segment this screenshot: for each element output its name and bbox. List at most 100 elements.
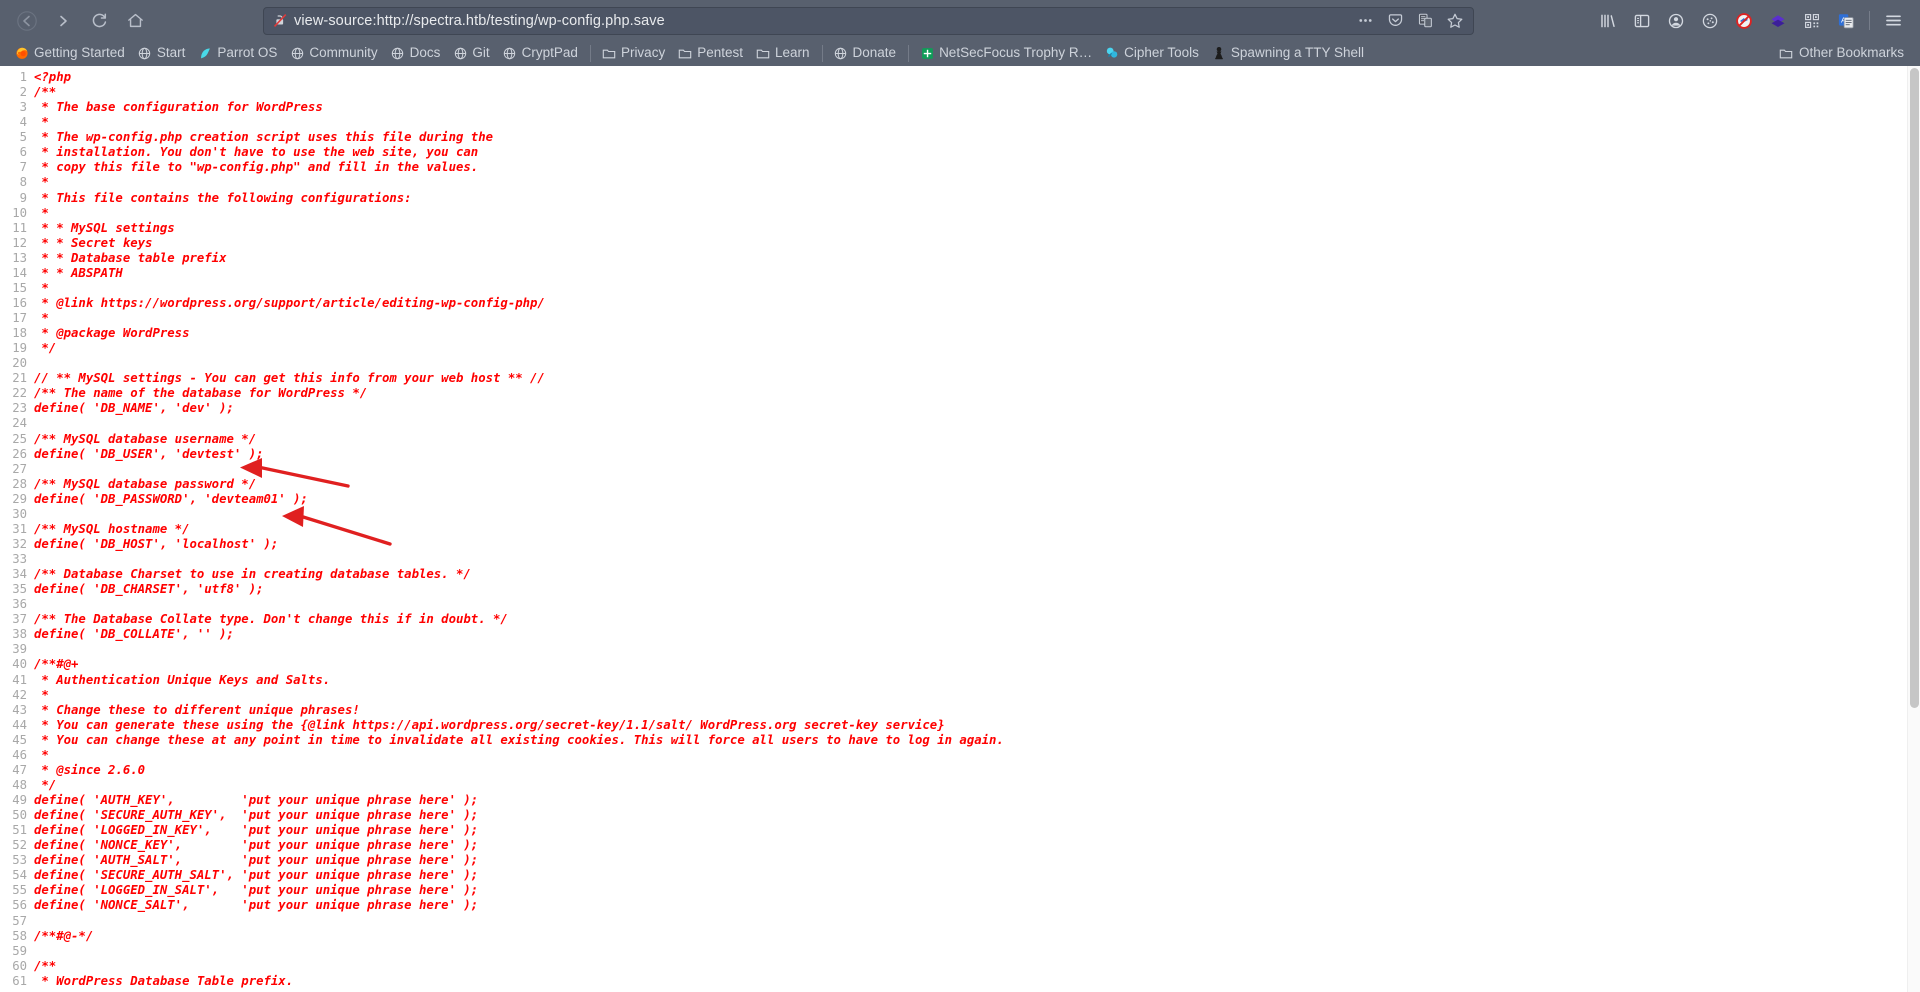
bookmarks-divider bbox=[908, 45, 910, 62]
bookmark-start[interactable]: Start bbox=[132, 44, 193, 63]
bookmark-docs[interactable]: Docs bbox=[385, 44, 448, 63]
bookmark-spawning-a-tty-shell[interactable]: Spawning a TTY Shell bbox=[1206, 44, 1371, 63]
line-content: define( 'DB_HOST', 'localhost' ); bbox=[34, 536, 279, 551]
line-content: define( 'DB_COLLATE', '' ); bbox=[34, 627, 234, 642]
source-line: 19 */ bbox=[0, 341, 1920, 356]
line-content: */ bbox=[34, 341, 57, 356]
sidebar-icon[interactable] bbox=[1625, 6, 1658, 36]
bookmark-community[interactable]: Community bbox=[284, 44, 384, 63]
menu-icon[interactable] bbox=[1877, 6, 1910, 36]
source-line: 44 * You can generate these using the {@… bbox=[0, 718, 1920, 733]
bookmark-folder-privacy[interactable]: Privacy bbox=[596, 44, 672, 63]
line-number: 59 bbox=[12, 943, 27, 958]
source-line: 6 * installation. You don't have to use … bbox=[0, 145, 1920, 160]
scrollbar-thumb[interactable] bbox=[1910, 68, 1919, 708]
pocket-icon[interactable] bbox=[1383, 10, 1407, 32]
line-number: 7 bbox=[19, 160, 27, 175]
bookmark-netsecfocus-trophy-room[interactable]: NetSecFocus Trophy R… bbox=[914, 44, 1099, 63]
bookmark-cipher-tools[interactable]: Cipher Tools bbox=[1099, 44, 1206, 63]
line-number: 13 bbox=[12, 250, 27, 265]
line-content: * bbox=[34, 175, 49, 190]
account-icon[interactable] bbox=[1659, 6, 1692, 36]
reader-view-icon[interactable] bbox=[1413, 10, 1437, 32]
line-content: * bbox=[34, 205, 49, 220]
line-content bbox=[34, 597, 1920, 612]
source-line: 50 define( 'SECURE_AUTH_KEY', 'put your u… bbox=[0, 808, 1920, 823]
bookmark-donate[interactable]: Donate bbox=[828, 44, 904, 63]
source-line: 1 <?php bbox=[0, 70, 1920, 85]
noscript-icon[interactable] bbox=[1727, 6, 1760, 36]
line-number: 48 bbox=[12, 777, 27, 792]
library-icon[interactable] bbox=[1591, 6, 1624, 36]
back-button[interactable] bbox=[10, 6, 44, 36]
qr-code-icon[interactable] bbox=[1795, 6, 1828, 36]
source-line: 26 define( 'DB_USER', 'devtest' ); bbox=[0, 447, 1920, 462]
source-line: 20 bbox=[0, 356, 1920, 371]
line-content bbox=[34, 642, 1920, 657]
line-content bbox=[34, 416, 1920, 431]
line-content: /** The name of the database for WordPre… bbox=[34, 386, 368, 401]
source-line: 34 /** Database Charset to use in creatin… bbox=[0, 567, 1920, 582]
line-number: 35 bbox=[12, 582, 27, 597]
source-line: 29 define( 'DB_PASSWORD', 'devteam01' ); bbox=[0, 492, 1920, 507]
line-number: 34 bbox=[12, 567, 27, 582]
source-line: 48 */ bbox=[0, 778, 1920, 793]
line-number: 1 bbox=[19, 70, 27, 84]
bookmark-label: Git bbox=[472, 45, 490, 61]
urlbar-container: view-source:http://spectra.htb/testing/w… bbox=[154, 6, 1583, 35]
line-content: * copy this file to "wp-config.php" and … bbox=[34, 160, 479, 175]
url-text[interactable]: view-source:http://spectra.htb/testing/w… bbox=[294, 13, 1347, 29]
source-line: 33 bbox=[0, 552, 1920, 567]
line-number: 24 bbox=[12, 416, 27, 431]
source-line: 45 * You can change these at any point i… bbox=[0, 733, 1920, 748]
bookmark-folder-pentest[interactable]: Pentest bbox=[672, 44, 750, 63]
line-content: * Change these to different unique phras… bbox=[34, 702, 360, 717]
line-content: define( 'NONCE_KEY', 'put your unique ph… bbox=[34, 838, 479, 853]
reload-button[interactable] bbox=[82, 6, 116, 36]
line-number: 29 bbox=[12, 491, 27, 506]
line-number: 31 bbox=[12, 521, 27, 536]
source-line: 49 define( 'AUTH_KEY', 'put your unique p… bbox=[0, 793, 1920, 808]
line-content: */ bbox=[34, 777, 57, 792]
line-content: * * Database table prefix bbox=[34, 250, 227, 265]
translate-icon[interactable]: A bbox=[1829, 6, 1862, 36]
source-line: 37 /** The Database Collate type. Don't c… bbox=[0, 612, 1920, 627]
other-bookmarks-button[interactable]: Other Bookmarks bbox=[1773, 44, 1910, 63]
line-number: 26 bbox=[12, 446, 27, 461]
line-content: define( 'AUTH_SALT', 'put your unique ph… bbox=[34, 853, 479, 868]
bookmark-cryptpad[interactable]: CryptPad bbox=[497, 44, 585, 63]
page-scrollbar[interactable] bbox=[1907, 66, 1920, 992]
source-line: 39 bbox=[0, 642, 1920, 657]
source-line: 61 * WordPress Database Table prefix. bbox=[0, 974, 1920, 989]
source-line: 58 /**#@-*/ bbox=[0, 929, 1920, 944]
home-button[interactable] bbox=[118, 6, 152, 36]
bookmark-label: Docs bbox=[409, 45, 441, 61]
cookie-icon[interactable] bbox=[1693, 6, 1726, 36]
line-number: 15 bbox=[12, 280, 27, 295]
source-line: 17 * bbox=[0, 311, 1920, 326]
line-content: /** MySQL database username */ bbox=[34, 431, 257, 446]
bookmark-parrot-os[interactable]: Parrot OS bbox=[192, 44, 284, 63]
page-actions-icon[interactable] bbox=[1353, 10, 1377, 32]
bookmark-git[interactable]: Git bbox=[447, 44, 496, 63]
line-number: 45 bbox=[12, 732, 27, 747]
source-line: 7 * copy this file to "wp-config.php" an… bbox=[0, 160, 1920, 175]
line-content bbox=[34, 462, 1920, 477]
line-number: 5 bbox=[19, 130, 27, 145]
bookmark-folder-learn[interactable]: Learn bbox=[750, 44, 817, 63]
line-content: /** bbox=[34, 85, 57, 100]
source-line: 42 * bbox=[0, 688, 1920, 703]
line-content: * WordPress Database Table prefix. bbox=[34, 973, 294, 988]
line-number: 10 bbox=[12, 205, 27, 220]
line-number: 60 bbox=[12, 958, 27, 973]
forward-button[interactable] bbox=[46, 6, 80, 36]
line-number: 32 bbox=[12, 536, 27, 551]
bookmark-star-icon[interactable] bbox=[1443, 10, 1467, 32]
url-bar[interactable]: view-source:http://spectra.htb/testing/w… bbox=[263, 6, 1474, 35]
bookmark-label: Donate bbox=[852, 45, 897, 61]
layers-icon[interactable] bbox=[1761, 6, 1794, 36]
line-number: 61 bbox=[12, 973, 27, 988]
line-number: 2 bbox=[19, 85, 27, 100]
bookmark-getting-started[interactable]: Getting Started bbox=[9, 44, 132, 63]
source-code-listing[interactable]: 1 <?php 2/** 3 * The base configuration for… bbox=[0, 66, 1920, 989]
